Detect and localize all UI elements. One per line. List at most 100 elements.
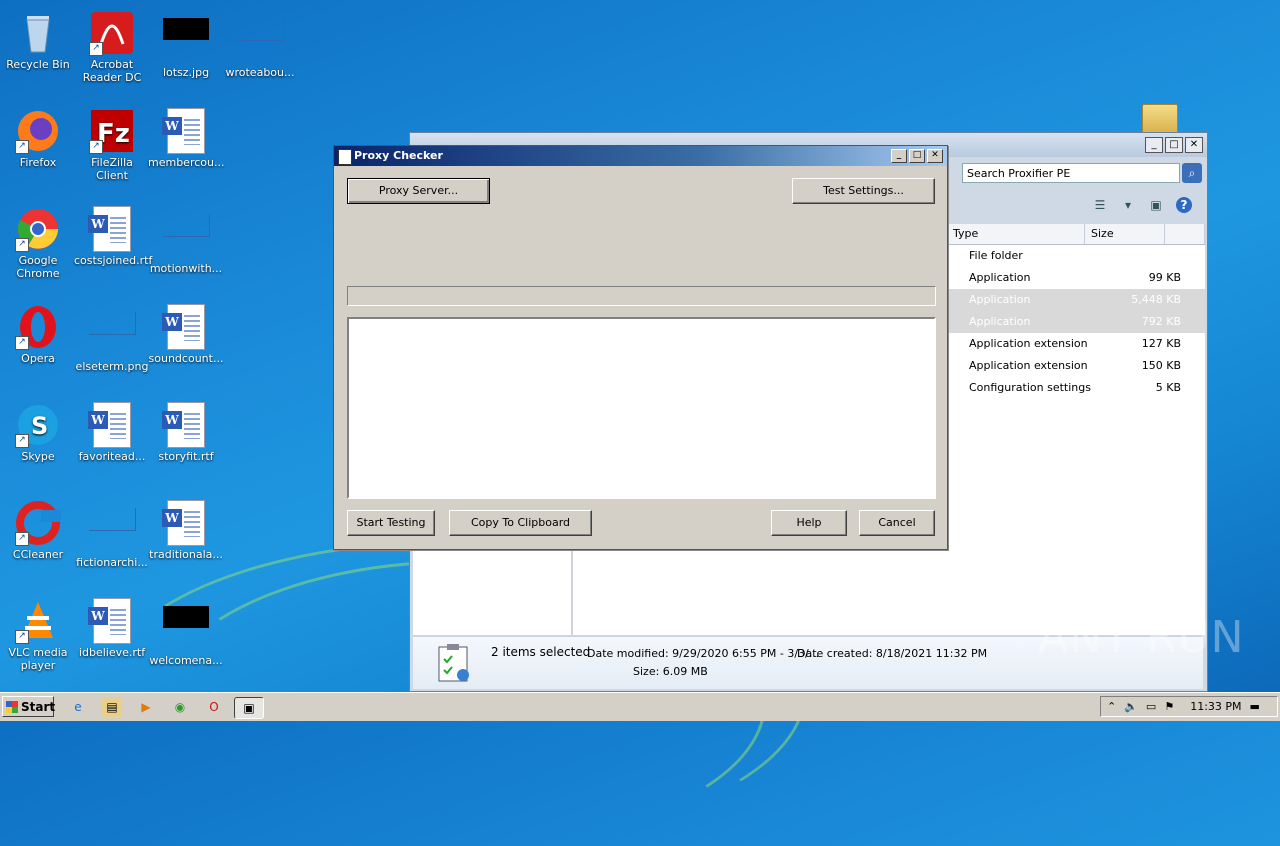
maximize-button[interactable]: □ <box>909 149 925 163</box>
file-size: 150 KB <box>1141 359 1181 372</box>
desktop-icon-soundcount[interactable]: W soundcount... <box>148 300 224 365</box>
file-row[interactable]: Configuration settings 5 KB <box>947 377 1205 399</box>
dialog-titlebar[interactable]: Proxy Checker _ □ ✕ <box>334 146 947 166</box>
desktop-icon-firefox[interactable]: ↗ Firefox <box>0 104 76 169</box>
action-center-flag-icon[interactable]: ⚑ <box>1164 700 1174 713</box>
file-row-selected[interactable]: Application 792 KB <box>947 311 1205 333</box>
chevron-down-icon[interactable]: ▾ <box>1120 197 1136 213</box>
app-icon <box>338 149 352 165</box>
desktop-icon-recycle-bin[interactable]: Recycle Bin <box>0 6 76 71</box>
desktop-icon-label: welcomena... <box>149 654 223 667</box>
file-row[interactable]: Application 99 KB <box>947 267 1205 289</box>
desktop-icon-label: favoritead... <box>78 450 146 463</box>
close-button[interactable]: ✕ <box>1185 137 1203 153</box>
desktop-icon-ccleaner[interactable]: ↗ CCleaner <box>0 496 76 561</box>
close-button[interactable]: ✕ <box>927 149 943 163</box>
proxy-checker-dialog[interactable]: Proxy Checker _ □ ✕ Proxy Server... Test… <box>333 145 948 550</box>
desktop-icon-chrome[interactable]: ↗ Google Chrome <box>0 202 76 280</box>
column-header-type[interactable]: Type <box>947 224 1085 244</box>
chrome-taskbar-icon[interactable]: ◉ <box>170 697 190 717</box>
column-header-extra[interactable] <box>1165 224 1205 244</box>
desktop-icon-elseterm[interactable]: elseterm.png <box>74 300 150 373</box>
desktop-icon-membercou[interactable]: W membercou... <box>148 104 224 169</box>
desktop-icon-acrobat[interactable]: ↗ Acrobat Reader DC <box>74 6 150 84</box>
test-settings-button[interactable]: Test Settings... <box>792 178 935 204</box>
cancel-button[interactable]: Cancel <box>859 510 935 536</box>
desktop-icon-wroteabou[interactable]: wroteabou... <box>222 6 298 79</box>
file-row[interactable]: Application extension 150 KB <box>947 355 1205 377</box>
clock[interactable]: 11:33 PM <box>1190 700 1241 713</box>
desktop-icon-label: costsjoined.rtf <box>74 254 153 267</box>
help-icon[interactable]: ? <box>1176 197 1192 213</box>
desktop-icon-storyfit[interactable]: W storyfit.rtf <box>148 398 224 463</box>
file-type: Application extension <box>969 337 1088 350</box>
image-file-icon <box>89 312 136 335</box>
view-options-icon[interactable]: ☰ <box>1092 197 1108 213</box>
date-created: Date created: 8/18/2021 11:32 PM <box>797 647 988 660</box>
dialog-title: Proxy Checker <box>354 149 443 162</box>
file-explorer-icon[interactable]: ▤ <box>102 697 122 717</box>
desktop-icon-costsjoined[interactable]: W costsjoined.rtf <box>74 202 153 267</box>
proxy-server-button[interactable]: Proxy Server... <box>347 178 490 204</box>
desktop-icon-idbelieve[interactable]: W idbelieve.rtf <box>74 594 150 659</box>
search-input[interactable]: Search Proxifier PE <box>962 163 1180 183</box>
volume-icon[interactable]: 🔈 <box>1124 700 1138 713</box>
desktop-icon-label: Google Chrome <box>16 254 60 280</box>
desktop-icon-skype[interactable]: S ↗ Skype <box>0 398 76 463</box>
desktop-icon-label: motionwith... <box>149 262 223 275</box>
word-document-icon: W <box>162 500 205 546</box>
desktop-icon-fictionarchi[interactable]: fictionarchi... <box>74 496 150 569</box>
windows-logo-icon <box>6 701 18 713</box>
shortcut-arrow-icon: ↗ <box>15 434 29 448</box>
start-testing-button[interactable]: Start Testing <box>347 510 435 536</box>
file-icon <box>89 508 136 531</box>
desktop-icon-welcomena[interactable]: welcomena... <box>148 594 224 667</box>
minimize-button[interactable]: _ <box>891 149 907 163</box>
file-row[interactable]: Application extension 127 KB <box>947 333 1205 355</box>
search-icon[interactable]: ⌕ <box>1182 163 1202 183</box>
date-modified: Date modified: 9/29/2020 6:55 PM - 3/3/.… <box>587 647 820 660</box>
start-button[interactable]: Start <box>2 696 55 717</box>
file-size: 792 KB <box>1141 315 1181 328</box>
desktop-icon-opera[interactable]: ↗ Opera <box>0 300 76 365</box>
desktop-icon-favoritead[interactable]: W favoritead... <box>74 398 150 463</box>
folder-icon[interactable] <box>1142 104 1178 134</box>
progress-bar <box>347 286 936 306</box>
recycle-bin-icon <box>26 16 50 53</box>
column-header-size[interactable]: Size <box>1085 224 1165 244</box>
preview-pane-icon[interactable]: ▣ <box>1148 197 1164 213</box>
opera-taskbar-icon[interactable]: O <box>204 697 224 717</box>
show-hidden-icons-icon[interactable]: ⌃ <box>1107 700 1116 713</box>
internet-explorer-icon[interactable]: e <box>68 697 88 717</box>
help-button[interactable]: Help <box>771 510 847 536</box>
desktop-icon-label: VLC media player <box>8 646 68 672</box>
word-document-icon: W <box>88 206 131 252</box>
copy-to-clipboard-button[interactable]: Copy To Clipboard <box>449 510 592 536</box>
file-size: 5 KB <box>1155 381 1181 394</box>
desktop-icon-filezilla[interactable]: Fz ↗ FileZilla Client <box>74 104 150 182</box>
file-type: Application <box>969 293 1031 306</box>
desktop-icon-label: storyfit.rtf <box>158 450 214 463</box>
network-icon[interactable]: ▭ <box>1146 700 1156 713</box>
shortcut-arrow-icon: ↗ <box>15 532 29 546</box>
media-player-icon[interactable]: ▶ <box>136 697 156 717</box>
desktop-icon-label: Acrobat Reader DC <box>82 58 142 84</box>
show-desktop-icon[interactable]: ▬ <box>1250 700 1260 713</box>
results-output[interactable] <box>347 317 936 499</box>
desktop-icon-lotsz[interactable]: lotsz.jpg <box>148 6 224 79</box>
file-size <box>1107 245 1181 267</box>
svg-text:S: S <box>31 412 48 440</box>
file-row[interactable]: File folder <box>947 245 1205 267</box>
file-row-selected[interactable]: Application 5,448 KB <box>947 289 1205 311</box>
desktop-icon-label: Opera <box>21 352 55 365</box>
total-size: Size: 6.09 MB <box>633 665 708 678</box>
desktop-icon-label: fictionarchi... <box>76 556 148 569</box>
maximize-button[interactable]: □ <box>1165 137 1183 153</box>
proxy-checker-taskbar-button[interactable]: ▣ <box>234 697 264 719</box>
desktop-icon-traditionala[interactable]: W traditionala... <box>148 496 224 561</box>
minimize-button[interactable]: _ <box>1145 137 1163 153</box>
shortcut-arrow-icon: ↗ <box>89 140 103 154</box>
desktop-icon-label: elseterm.png <box>75 360 149 373</box>
desktop-icon-vlc[interactable]: ↗ VLC media player <box>0 594 76 672</box>
desktop-icon-motionwith[interactable]: motionwith... <box>148 202 224 275</box>
